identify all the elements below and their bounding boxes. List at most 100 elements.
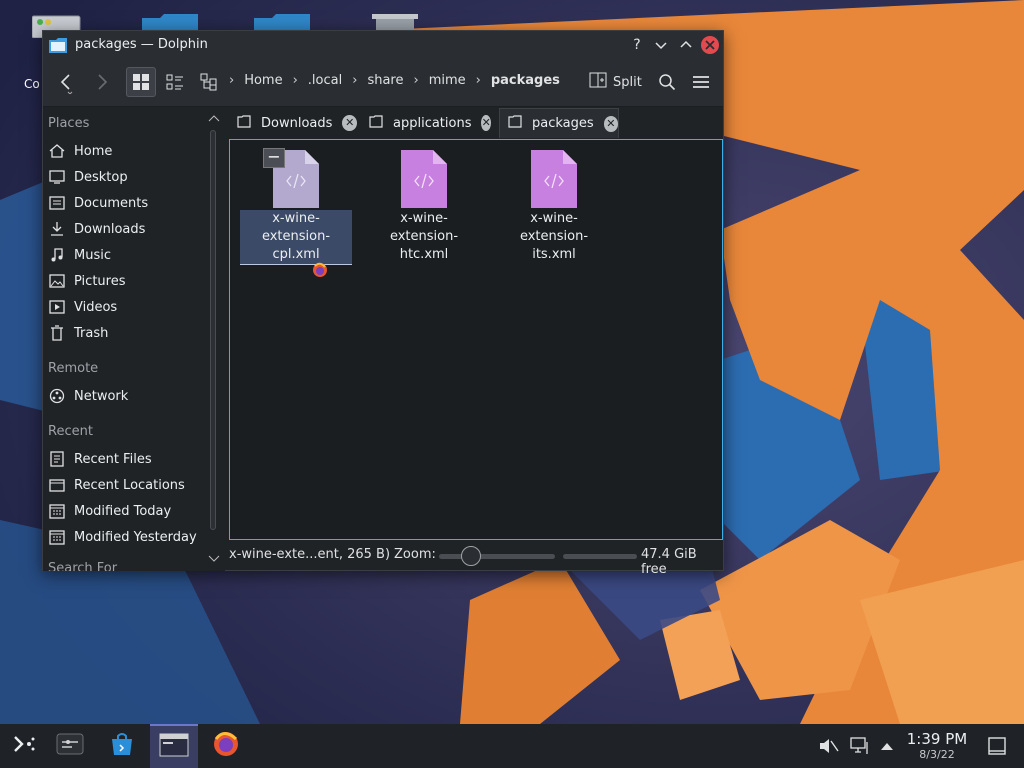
taskbar: 1:39 PM 8/3/22 [0,724,1024,768]
scroll-down-icon[interactable] [208,555,220,563]
details-view-button[interactable] [194,67,224,97]
shopping-bag-icon [109,731,135,761]
tab-downloads[interactable]: Downloads ✕ [229,108,357,138]
calendar-icon [48,502,66,520]
split-button[interactable]: Split [589,69,642,95]
close-tab-icon[interactable]: ✕ [481,115,491,131]
breadcrumb-share[interactable]: share [367,73,403,88]
firefox-badge-icon [312,262,328,282]
sidebar-item-pictures[interactable]: Pictures [48,269,218,293]
file-item[interactable]: x-wine-extension- htc.xml [368,150,480,264]
maximize-button[interactable] [676,35,696,55]
sidebar-item-modified-yesterday[interactable]: Modified Yesterday [48,525,218,549]
firefox-icon [212,730,240,762]
tab-label: packages [532,116,594,131]
dolphin-app-icon [49,37,67,53]
close-tab-icon[interactable]: ✕ [342,115,357,131]
hamburger-menu-button[interactable] [686,67,716,97]
desktop-icon [48,168,66,186]
split-label: Split [613,74,642,90]
breadcrumb-mime[interactable]: mime [429,73,466,88]
volume-muted-icon[interactable] [818,736,840,760]
desktop-icon-label: Co [24,77,40,91]
icons-view-button[interactable] [126,67,156,97]
sidebar-item-label: Music [74,247,111,263]
sidebar-item-label: Recent Files [74,451,152,467]
scroll-up-icon[interactable] [208,114,220,122]
breadcrumb-home[interactable]: Home [244,73,282,88]
folder-icon [237,114,251,132]
search-button[interactable] [652,67,682,97]
sidebar-item-label: Downloads [74,221,146,237]
zoom-slider-handle[interactable] [461,546,481,566]
forward-button[interactable] [87,67,117,97]
zoom-label: Zoom: [394,547,436,562]
sidebar-item-videos[interactable]: Videos [48,295,218,319]
application-launcher-button[interactable] [0,724,48,768]
tray-expand-icon[interactable] [880,740,894,755]
dolphin-window: packages — Dolphin ? › Home › .local › s… [42,30,724,577]
music-icon [48,246,66,264]
split-view-icon [589,71,607,93]
sidebar-item-music[interactable]: Music [48,243,218,267]
dolphin-taskbar-button[interactable] [150,724,198,768]
file-item[interactable]: − x-wine-extension- cpl.xml [240,148,352,265]
file-item[interactable]: x-wine-extension- its.xml [498,150,610,264]
clock[interactable]: 1:39 PM 8/3/22 [900,730,974,761]
sidebar-item-recent-files[interactable]: Recent Files [48,447,218,471]
documents-icon [48,194,66,212]
file-view[interactable]: − x-wine-extension- cpl.xml x-wine-exten… [229,139,723,540]
network-status-icon[interactable] [850,736,872,760]
sidebar-item-downloads[interactable]: Downloads [48,217,218,241]
settings-panel-icon [56,732,84,760]
close-tab-icon[interactable]: ✕ [603,115,618,132]
steam-deck-logo-icon [11,731,37,761]
clock-time: 1:39 PM [906,730,968,748]
sidebar-item-home[interactable]: Home [48,139,218,163]
show-desktop-icon[interactable] [988,737,1006,759]
trash-icon [48,324,66,342]
sidebar-item-modified-today[interactable]: Modified Today [48,499,218,523]
close-button[interactable] [701,36,719,54]
sidebar-item-trash[interactable]: Trash [48,321,218,345]
xml-file-icon: − [263,148,319,208]
breadcrumb-separator-icon: › [475,73,481,88]
places-panel: Places Home Desktop Documents Downloads … [43,108,225,571]
sidebar-item-label: Documents [74,195,149,211]
search-for-header: Search For [48,561,118,571]
tab-applications[interactable]: applications ✕ [361,108,491,138]
xml-file-icon [401,150,447,208]
help-button[interactable]: ? [627,35,647,55]
sidebar-item-recent-locations[interactable]: Recent Locations [48,473,218,497]
minimize-button[interactable] [651,35,671,55]
breadcrumb-separator-icon: › [413,73,419,88]
breadcrumb-packages[interactable]: packages [491,73,560,88]
sidebar-item-network[interactable]: Network [48,384,218,408]
sidebar-scrollbar[interactable] [203,108,225,571]
compact-view-button[interactable] [160,67,190,97]
home-icon [48,142,66,160]
tab-label: Downloads [261,115,333,131]
folder-app-icon [159,733,189,761]
tab-packages[interactable]: packages ✕ [499,108,619,138]
breadcrumb-separator-icon: › [229,73,235,88]
free-space-text: 47.4 GiB free [641,547,697,577]
network-icon [48,387,66,405]
back-button[interactable] [51,67,81,97]
sidebar-item-label: Videos [74,299,118,315]
title-bar[interactable]: packages — Dolphin ? [43,31,723,59]
sidebar-item-documents[interactable]: Documents [48,191,218,215]
deselect-toggle-icon[interactable]: − [263,148,285,168]
pictures-icon [48,272,66,290]
sidebar-item-desktop[interactable]: Desktop [48,165,218,189]
system-settings-button[interactable] [46,724,94,768]
sidebar-item-label: Modified Today [74,503,172,519]
tab-bar: Downloads ✕ applications ✕ packages ✕ [229,108,723,138]
places-header: Places [48,116,90,131]
firefox-button[interactable] [202,724,250,768]
discover-store-button[interactable] [98,724,146,768]
scrollbar-track[interactable] [210,130,216,530]
clock-date: 8/3/22 [919,748,955,761]
breadcrumb-local[interactable]: .local [308,73,342,88]
zoom-slider-track[interactable] [439,554,555,559]
